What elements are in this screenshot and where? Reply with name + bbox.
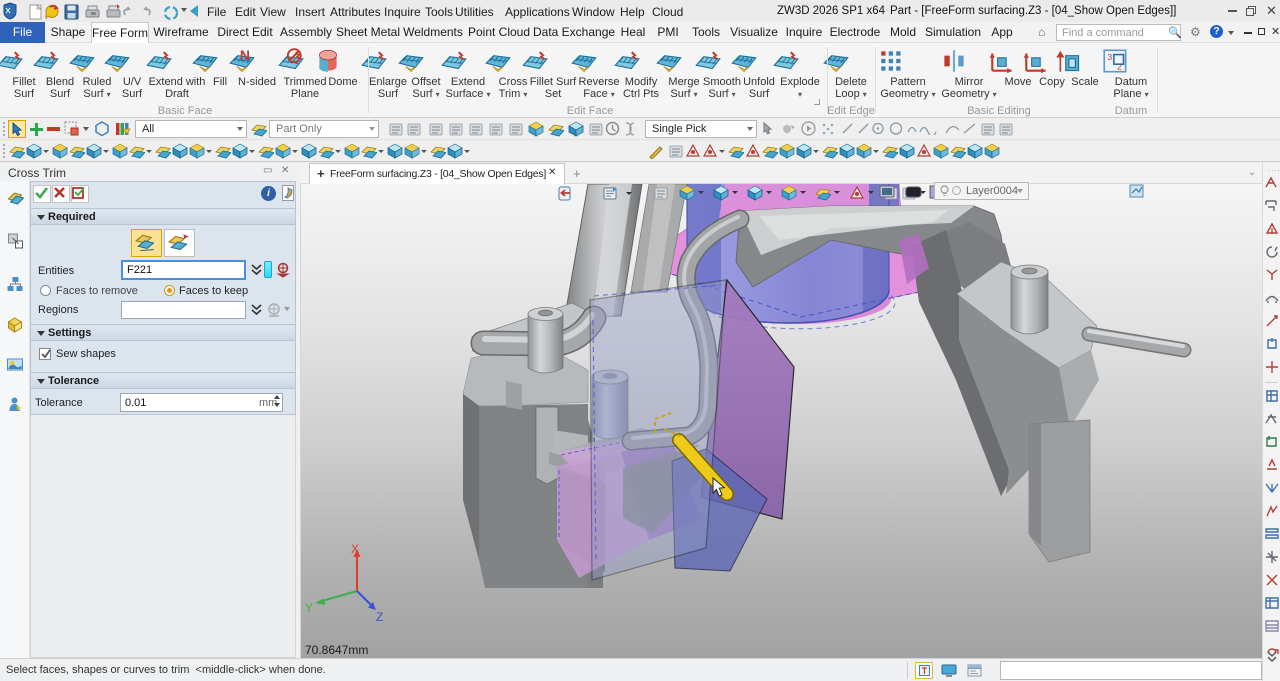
svg-text:2: 2 <box>1117 62 1122 72</box>
svg-text:N: N <box>240 47 250 63</box>
svg-text:Z: Z <box>376 610 383 624</box>
svg-text:Y: Y <box>305 601 313 615</box>
svg-text:X: X <box>351 542 359 556</box>
svg-text:3: 3 <box>1107 52 1112 62</box>
